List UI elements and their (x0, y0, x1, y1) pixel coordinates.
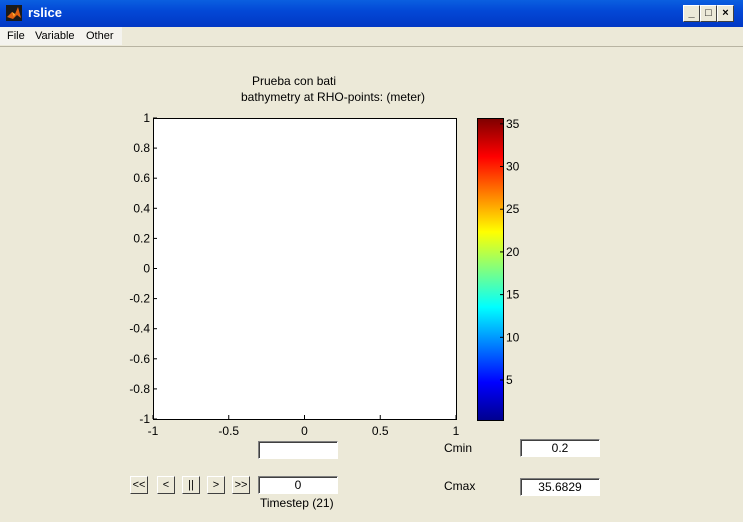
colorbar-tick-label: 30 (506, 160, 520, 174)
timestep-input[interactable]: 0 (258, 476, 338, 494)
last-step-button[interactable]: >> (232, 476, 250, 494)
colorbar-tick-label: 20 (506, 245, 520, 259)
colorbar-tick-label: 15 (506, 288, 520, 302)
cmin-input[interactable]: 0.2 (520, 439, 600, 457)
previous-step-button[interactable]: < (157, 476, 175, 494)
colorbar-ticks-layer: 35 30 25 20 15 10 5 (500, 117, 520, 387)
pause-button[interactable]: || (182, 476, 200, 494)
next-step-button[interactable]: > (207, 476, 225, 494)
colorbar-tick-label: 35 (506, 117, 520, 131)
slider-field[interactable] (258, 441, 338, 459)
cmin-label: Cmin (444, 441, 473, 455)
colorbar-tick-label: 5 (506, 373, 513, 387)
colorbar-tick-label: 25 (506, 202, 520, 216)
cmax-input[interactable]: 35.6829 (520, 478, 600, 496)
timestep-label: Timestep (21) (260, 496, 334, 510)
colorbar-tick-label: 10 (506, 330, 520, 344)
cmax-label: Cmax (444, 479, 476, 493)
first-step-button[interactable]: << (130, 476, 148, 494)
